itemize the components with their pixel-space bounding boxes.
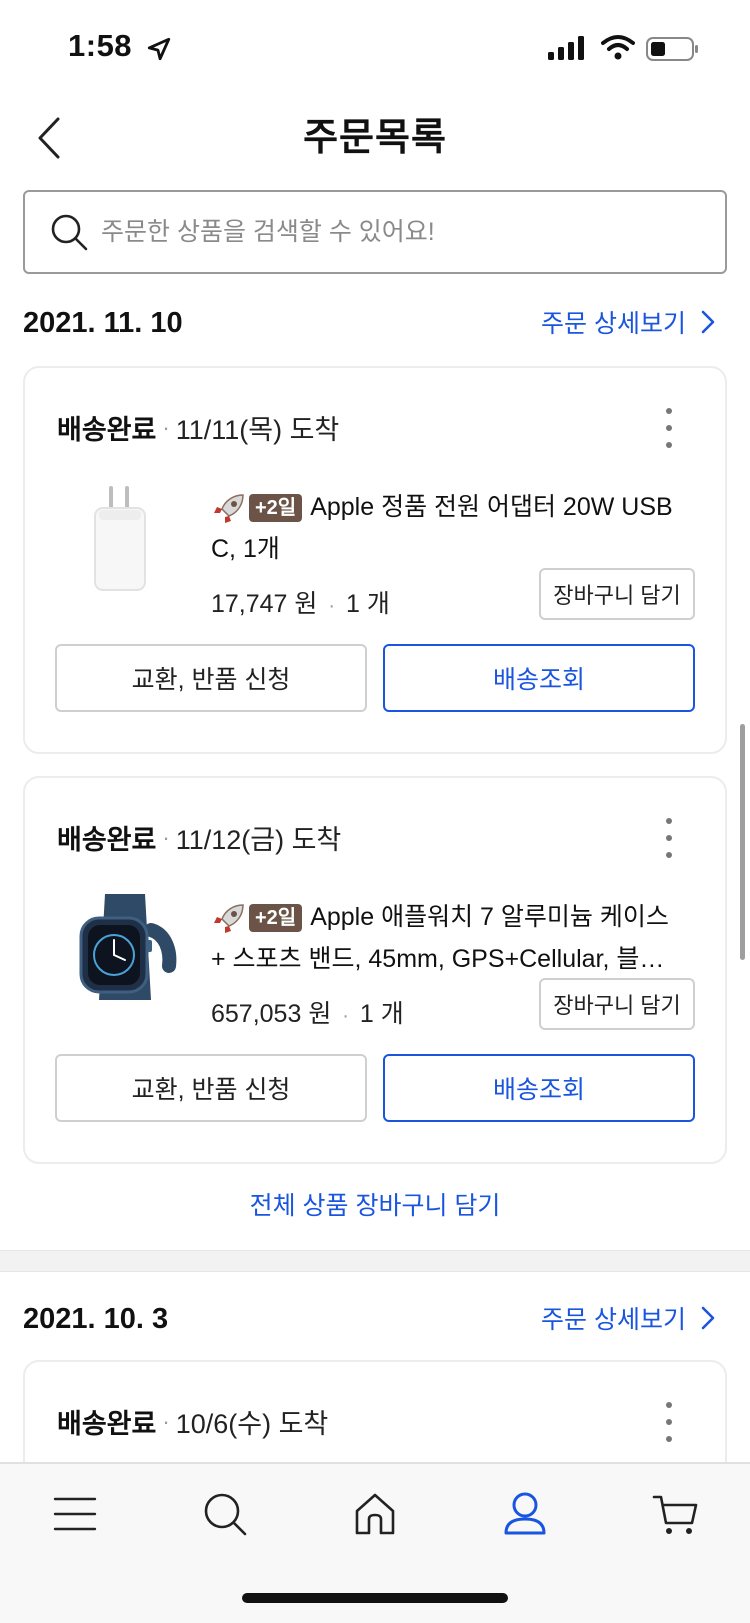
order-detail-label: 주문 상세보기 [541,310,686,338]
delivery-status: 배송완료 · 11/11(목) 도착 [57,408,339,447]
search-icon [204,1493,247,1536]
product-name[interactable]: +2일 Apple 정품 전원 어댑터 20W USB C, 1개 [211,486,681,570]
track-delivery-button[interactable]: 배송조회 [383,1054,695,1122]
add-to-cart-button[interactable]: 장바구니 담기 [539,568,695,620]
chevron-right-icon [701,310,715,334]
more-options-button[interactable] [659,818,679,858]
search-box[interactable] [23,190,727,274]
page-title: 주문목록 [303,117,447,159]
order-detail-link[interactable]: 주문 상세보기 [541,1300,716,1336]
cellular-signal-icon [548,36,584,60]
price-quantity: 657,053 원 · 1 개 [211,1000,404,1028]
rocket-delivery-icon [213,904,244,934]
product-quantity: 1 개 [359,1000,404,1028]
order-detail-link[interactable]: 주문 상세보기 [541,304,716,340]
product-price: 17,747 원 [211,590,318,618]
more-options-button[interactable] [659,1402,679,1442]
status-label: 배송완료 [57,1409,157,1439]
product-price: 657,053 원 [211,1000,332,1028]
product-name[interactable]: +2일 Apple 애플워치 7 알루미늄 케이스 + 스포츠 밴드, 45mm,… [211,896,681,980]
nav-my-account-button[interactable] [497,1486,553,1542]
chevron-right-icon [701,1306,715,1330]
scroll-indicator[interactable] [740,724,745,960]
nav-cart-button[interactable] [647,1486,703,1542]
product-image-apple-watch [79,894,177,1000]
product-info: +2일 Apple 정품 전원 어댑터 20W USB C, 1개 [211,486,681,570]
product-image-power-adapter [94,486,146,591]
wifi-icon [601,35,635,60]
delivery-days-badge: +2일 [249,904,303,933]
delivery-status: 배송완료 · 11/12(금) 도착 [57,818,341,857]
cart-icon [652,1495,698,1534]
my-account-icon [504,1492,546,1535]
add-to-cart-button[interactable]: 장바구니 담기 [539,978,695,1030]
product-quantity: 1 개 [346,590,390,618]
location-arrow-icon [147,37,171,61]
add-all-to-cart-link[interactable]: 전체 상품 장바구니 담기 [0,1186,750,1222]
more-options-button[interactable] [659,408,679,448]
nav-search-button[interactable] [197,1486,253,1542]
arrival-date: 11/11(목) 도착 [175,415,340,445]
more-options-icon [666,408,672,414]
nav-home-button[interactable] [347,1486,403,1542]
arrival-date: 10/6(수) 도착 [175,1409,329,1439]
header: 주문목록 [0,96,750,186]
order-date: 2021. 11. 10 [23,307,183,339]
home-indicator[interactable] [242,1593,508,1603]
exchange-return-button[interactable]: 교환, 반품 신청 [55,644,367,712]
section-divider [0,1250,750,1272]
bottom-nav [0,1462,750,1623]
delivery-status: 배송완료 · 10/6(수) 도착 [57,1402,328,1441]
rocket-delivery-icon [213,494,244,524]
status-label: 배송완료 [57,825,157,855]
more-options-icon [666,818,672,824]
status-bar: 1:58 [0,0,750,96]
price-quantity: 17,747 원 · 1 개 [211,590,390,618]
battery-icon [646,37,698,61]
order-detail-label: 주문 상세보기 [541,1306,686,1334]
home-icon [355,1493,395,1535]
nav-menu-button[interactable] [47,1486,103,1542]
status-time: 1:58 [68,28,133,63]
track-delivery-button[interactable]: 배송조회 [383,644,695,712]
more-options-icon [666,1402,672,1408]
order-item-card: 배송완료 · 11/12(금) 도착 +2일 Apple 애플워치 7 알루미늄 … [23,776,727,1164]
order-item-card: 배송완료 · 11/11(목) 도착 +2일 Apple 정품 전원 어댑터 20… [23,366,727,754]
exchange-return-button[interactable]: 교환, 반품 신청 [55,1054,367,1122]
delivery-days-badge: +2일 [249,494,303,523]
status-label: 배송완료 [57,415,157,445]
search-icon [51,214,88,251]
product-info: +2일 Apple 애플워치 7 알루미늄 케이스 + 스포츠 밴드, 45mm,… [211,896,681,980]
search-input[interactable] [101,217,725,247]
order-date: 2021. 10. 3 [23,1303,169,1335]
arrival-date: 11/12(금) 도착 [175,825,342,855]
menu-icon [53,1497,97,1531]
